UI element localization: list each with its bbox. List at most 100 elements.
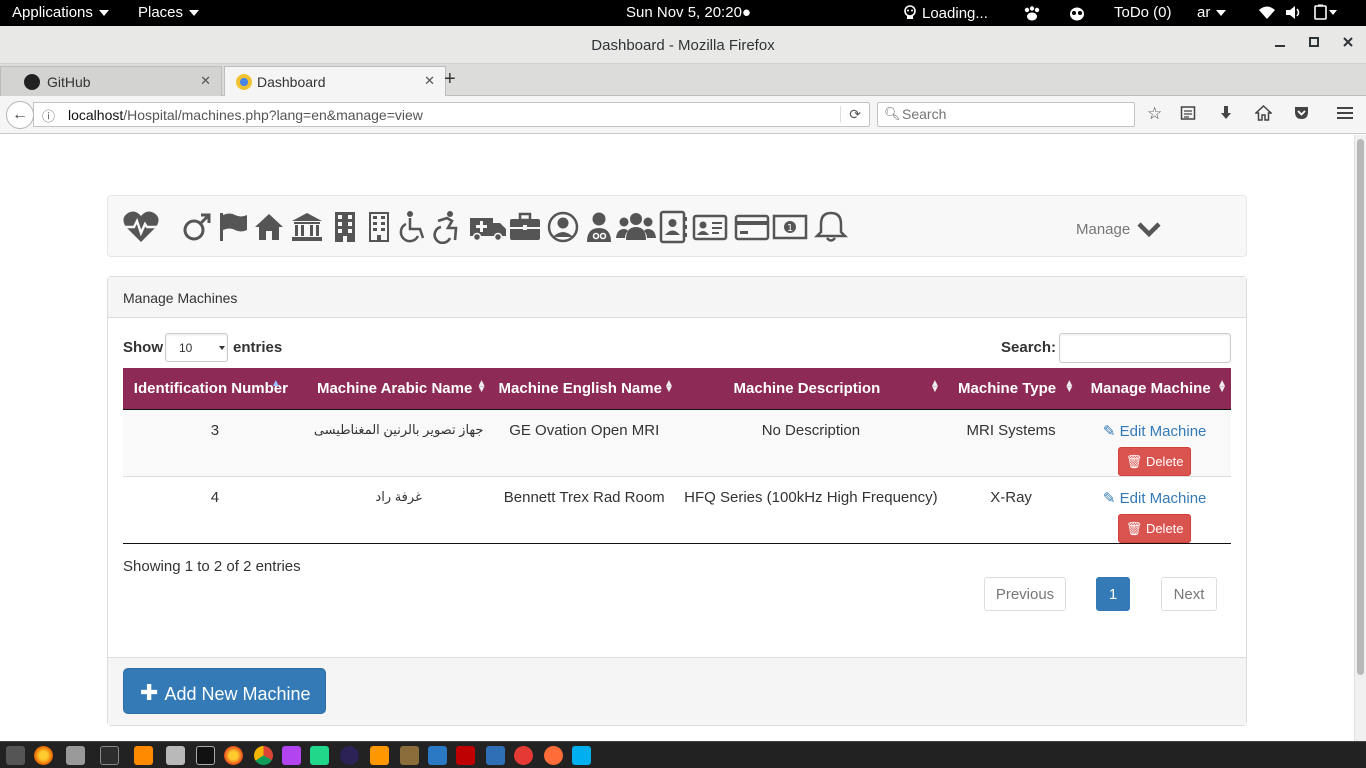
show-desktop-icon[interactable]: [6, 746, 25, 765]
next-page-button[interactable]: Next: [1161, 577, 1217, 611]
new-tab-button[interactable]: +: [444, 68, 456, 91]
pycharm-icon[interactable]: [310, 746, 329, 765]
volume-icon[interactable]: [1285, 5, 1303, 24]
user-md-icon[interactable]: [582, 210, 616, 244]
skype-icon[interactable]: [572, 746, 591, 765]
ambulance-icon[interactable]: [468, 210, 508, 244]
reading-list-icon[interactable]: [1180, 105, 1196, 126]
home-icon[interactable]: [252, 210, 286, 244]
maximize-button[interactable]: [1304, 35, 1324, 55]
wifi-icon[interactable]: [1258, 5, 1276, 24]
filezilla-icon[interactable]: [456, 746, 475, 765]
page-size-select[interactable]: 10: [165, 333, 228, 362]
page-scrollbar[interactable]: [1354, 135, 1366, 741]
todo-indicator[interactable]: ToDo (0): [1114, 4, 1172, 21]
search-input[interactable]: [902, 106, 1122, 122]
logout-icon[interactable]: [1186, 212, 1354, 272]
manage-dropdown[interactable]: Manage: [1076, 221, 1161, 238]
heartbeat-icon[interactable]: [122, 208, 160, 246]
edit-machine-link[interactable]: ✎ Edit Machine: [1078, 489, 1231, 507]
column-header[interactable]: Machine Arabic Name ▲ ▼: [306, 368, 491, 410]
money-icon[interactable]: 1: [772, 210, 808, 244]
entries-label: entries: [233, 339, 283, 356]
column-header-label: Manage Machine: [1090, 379, 1211, 397]
add-new-machine-button[interactable]: ✚ Add New Machine: [123, 668, 326, 714]
cell-description: No Description: [677, 408, 944, 476]
eclipse-icon[interactable]: [340, 746, 359, 765]
scrollbar-thumb[interactable]: [1357, 139, 1364, 675]
terminal-dark-icon[interactable]: [196, 746, 215, 765]
close-tab-icon[interactable]: ✕: [424, 73, 435, 89]
bell-icon[interactable]: [813, 210, 849, 244]
firefox-icon[interactable]: [34, 746, 53, 765]
table-search-input[interactable]: [1059, 333, 1231, 363]
building-icon[interactable]: [328, 210, 362, 244]
sublime-alt-icon[interactable]: [370, 746, 389, 765]
owl-icon[interactable]: [1068, 5, 1086, 25]
edit-label: Edit Machine: [1119, 489, 1207, 507]
wheelchair-icon[interactable]: [396, 210, 430, 244]
pocket-icon[interactable]: [1293, 105, 1310, 126]
previous-page-button[interactable]: Previous: [984, 577, 1066, 611]
building-outline-icon[interactable]: [362, 210, 396, 244]
gimp-icon[interactable]: [400, 746, 419, 765]
bookmark-star-icon[interactable]: ☆: [1147, 104, 1162, 124]
keyboard-layout[interactable]: ar: [1197, 4, 1227, 21]
tab-github[interactable]: GitHub ✕: [0, 66, 222, 96]
column-header[interactable]: Machine Type ▲ ▼: [943, 368, 1079, 410]
chrome-icon[interactable]: [254, 746, 273, 765]
search-bar[interactable]: 🔍︎: [877, 102, 1135, 127]
home-icon[interactable]: [1254, 104, 1273, 126]
applications-menu[interactable]: Applications: [12, 4, 109, 21]
flag-icon[interactable]: [216, 210, 250, 244]
close-window-button[interactable]: [1338, 35, 1358, 55]
close-tab-icon[interactable]: ✕: [200, 73, 211, 89]
user-circle-icon[interactable]: [546, 210, 580, 244]
download-icon[interactable]: [1218, 105, 1234, 126]
minimize-button[interactable]: [1270, 35, 1290, 55]
places-menu[interactable]: Places: [138, 4, 200, 21]
delete-button[interactable]: 🗑︎ Delete: [1118, 446, 1192, 476]
archive-icon[interactable]: [166, 746, 185, 765]
battery-icon[interactable]: [1314, 4, 1338, 24]
hamburger-menu-icon[interactable]: [1336, 105, 1354, 126]
phpstorm-icon[interactable]: [282, 746, 301, 765]
id-card-icon[interactable]: [692, 210, 728, 244]
paw-icon[interactable]: [1023, 6, 1041, 25]
clock[interactable]: Sun Nov 5, 20:20●: [626, 4, 751, 21]
address-book-icon[interactable]: [656, 210, 690, 244]
column-header[interactable]: Identification Number ▲: [123, 368, 307, 410]
manage-machines-panel: Manage Machines Show 10 entries Search: …: [107, 276, 1247, 726]
thunderbird-icon[interactable]: [486, 746, 505, 765]
mars-icon[interactable]: [180, 210, 214, 244]
tab-dashboard[interactable]: Dashboard ✕: [224, 66, 446, 97]
accessible-icon[interactable]: [430, 210, 464, 245]
column-header[interactable]: Manage Machine ▲ ▼: [1078, 368, 1231, 410]
firefox-dev-icon[interactable]: [224, 746, 243, 765]
reload-icon[interactable]: ⟳: [840, 106, 861, 123]
page-1-button[interactable]: 1: [1096, 577, 1130, 611]
info-icon[interactable]: ⓘ: [42, 106, 55, 125]
cell-type: X-Ray: [943, 475, 1079, 544]
bank-icon[interactable]: [290, 210, 324, 244]
briefcase-icon[interactable]: [508, 210, 542, 244]
column-header[interactable]: Machine English Name ▲ ▼: [490, 368, 678, 410]
url-bar[interactable]: ⓘ localhost/Hospital/machines.php?lang=e…: [33, 102, 870, 127]
vscode-icon[interactable]: [428, 746, 447, 765]
terminal-icon[interactable]: [100, 746, 119, 765]
git-icon[interactable]: [514, 746, 533, 765]
cell-type: MRI Systems: [943, 408, 1079, 476]
users-icon[interactable]: [616, 210, 656, 244]
postman-icon[interactable]: [544, 746, 563, 765]
back-button[interactable]: ←: [6, 101, 34, 129]
edit-machine-link[interactable]: ✎ Edit Machine: [1078, 422, 1231, 440]
arrow-left-icon: ←: [12, 106, 28, 123]
column-header[interactable]: Machine Description ▲ ▼: [677, 368, 944, 410]
sublime-icon[interactable]: [134, 746, 153, 765]
delete-button[interactable]: 🗑︎ Delete: [1118, 513, 1192, 543]
window-title: Dashboard - Mozilla Firefox: [591, 37, 775, 54]
files-icon[interactable]: [66, 746, 85, 765]
loading-indicator[interactable]: Loading...: [902, 4, 988, 22]
machines-table: Identification Number ▲ Machine Arabic Na…: [123, 368, 1231, 544]
credit-card-icon[interactable]: [734, 210, 770, 244]
